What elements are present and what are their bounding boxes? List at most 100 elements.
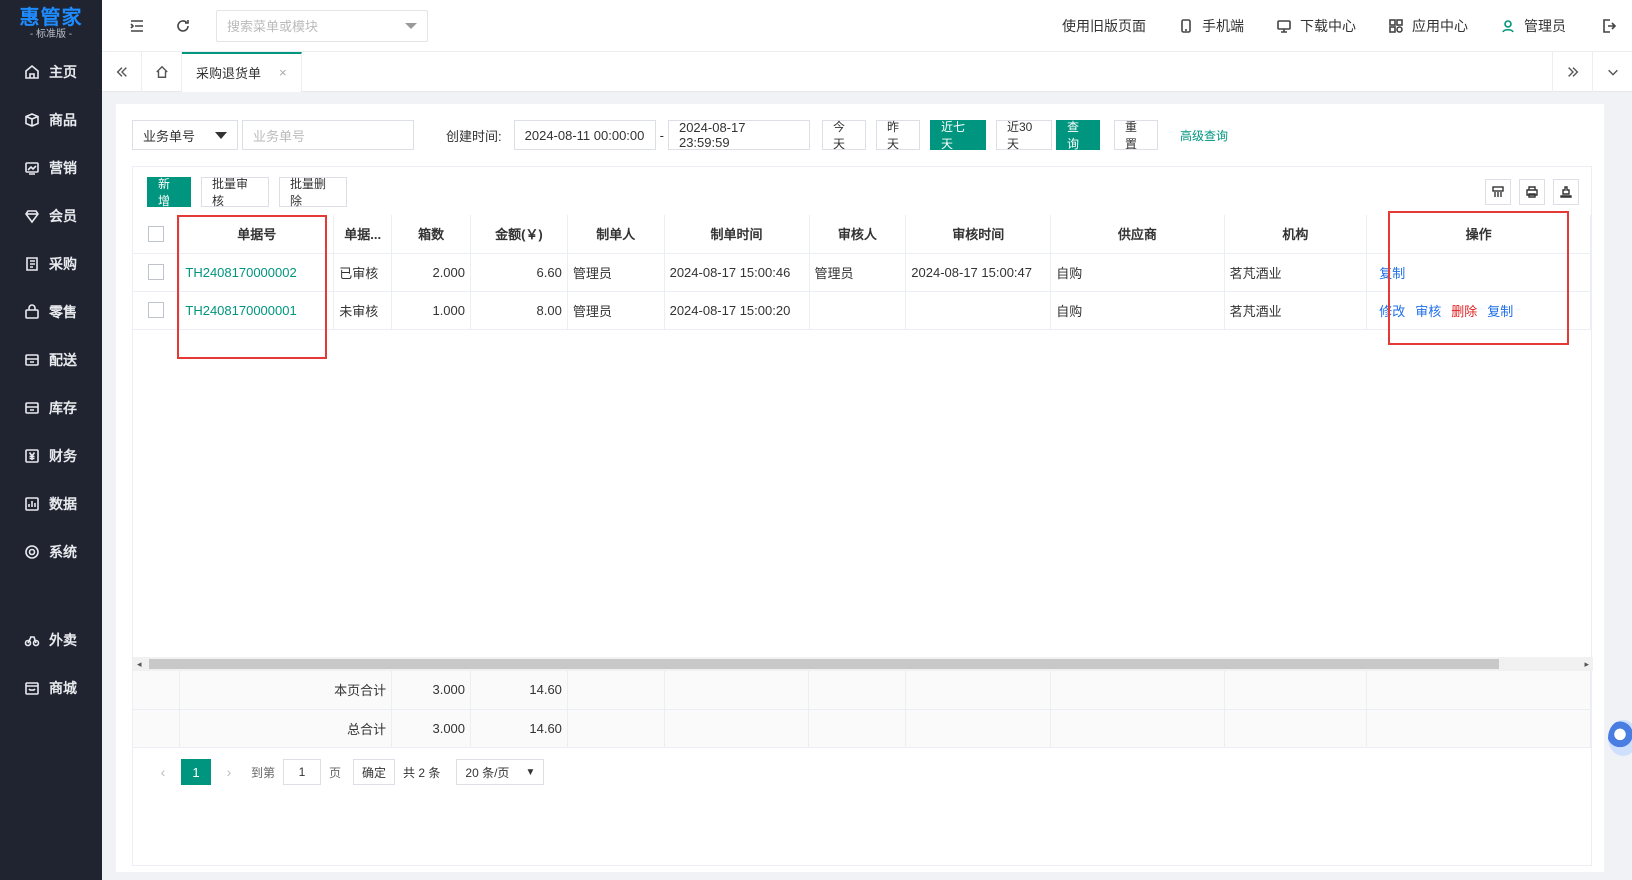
print-button[interactable]: [1519, 179, 1545, 205]
made-at-cell: 2024-08-17 15:00:46: [664, 253, 810, 292]
col-doc-no[interactable]: 单据号: [179, 215, 335, 254]
export-button[interactable]: [1553, 179, 1579, 205]
scroll-right-arrow-icon[interactable]: ▸: [1584, 659, 1589, 670]
col-audited-at[interactable]: 审核时间: [905, 215, 1052, 254]
truck-icon: [24, 352, 40, 368]
reset-button[interactable]: 重置: [1113, 120, 1158, 151]
sidebar-item-marketing[interactable]: 营销: [0, 144, 102, 192]
last-30-days-button[interactable]: 近30天: [995, 120, 1052, 151]
summary-empty: [1366, 671, 1591, 710]
caret-down-icon: [215, 131, 227, 139]
chart-icon: [24, 160, 40, 176]
sidebar-item-data[interactable]: 数据: [0, 480, 102, 528]
row-checkbox[interactable]: [148, 264, 165, 281]
amount-cell: 6.60: [470, 253, 568, 292]
tab-bar: 采购退货单 ×: [102, 51, 1632, 92]
advanced-query-link[interactable]: 高级查询: [1180, 127, 1228, 144]
add-button[interactable]: 新增: [147, 177, 191, 208]
mobile-link[interactable]: 手机端: [1178, 16, 1244, 36]
summary-spacer: [133, 671, 181, 710]
user-menu[interactable]: 管理员: [1500, 16, 1566, 36]
columns-button[interactable]: [1485, 179, 1511, 205]
close-icon[interactable]: ×: [279, 65, 287, 80]
field-select[interactable]: 业务单号: [132, 120, 238, 150]
prev-page-button[interactable]: ‹: [149, 759, 177, 785]
menu-collapse-icon[interactable]: [114, 0, 160, 52]
row-checkbox[interactable]: [148, 302, 165, 319]
chevron-down-icon: [405, 22, 417, 29]
sidebar-item-home[interactable]: 主页: [0, 48, 102, 96]
menu-search-input[interactable]: 搜索菜单或模块: [216, 9, 428, 42]
refresh-icon[interactable]: [160, 0, 206, 52]
horizontal-scrollbar[interactable]: ◂ ▸: [133, 657, 1593, 671]
sidebar-item-system[interactable]: 系统: [0, 528, 102, 576]
query-button[interactable]: 查询: [1055, 120, 1100, 151]
doc-no-input[interactable]: 业务单号: [242, 120, 414, 150]
home-tab[interactable]: [142, 51, 182, 92]
sidebar-item-member[interactable]: 会员: [0, 192, 102, 240]
sidebar-item-takeaway[interactable]: 外卖: [0, 616, 102, 664]
total-count: 共 2 条: [403, 765, 441, 780]
supplier-cell: 自购: [1050, 291, 1225, 330]
tabs-scroll-left-button[interactable]: [102, 51, 142, 92]
copy-link[interactable]: 复制: [1379, 266, 1405, 281]
col-maker[interactable]: 制单人: [567, 215, 665, 254]
sidebar-item-inventory[interactable]: 库存: [0, 384, 102, 432]
col-org[interactable]: 机构: [1224, 215, 1368, 254]
copy-link[interactable]: 复制: [1487, 304, 1513, 319]
logo: 惠管家 - 标准版 -: [0, 0, 102, 48]
sidebar-item-goods[interactable]: 商品: [0, 96, 102, 144]
mobile-label: 手机端: [1202, 17, 1244, 34]
goto-page-input[interactable]: 1: [283, 759, 322, 785]
export-icon: [1560, 186, 1572, 198]
tab-purchase-return[interactable]: 采购退货单 ×: [182, 51, 302, 92]
summary-empty: [567, 709, 665, 748]
scrollbar-thumb[interactable]: [149, 659, 1499, 669]
sidebar-item-label: 零售: [49, 304, 77, 320]
col-boxes[interactable]: 箱数: [391, 215, 472, 254]
yesterday-button[interactable]: 昨天: [875, 120, 920, 151]
col-status[interactable]: 单据...: [333, 215, 393, 254]
date-separator: -: [659, 127, 664, 143]
floating-assistant-icon[interactable]: [1608, 720, 1632, 756]
download-center-link[interactable]: 下载中心: [1276, 16, 1356, 36]
col-auditor[interactable]: 审核人: [809, 215, 907, 254]
goto-confirm-button[interactable]: 确定: [353, 759, 396, 785]
tabs-menu-button[interactable]: [1592, 51, 1632, 92]
maker-cell: 管理员: [567, 253, 665, 292]
page-size-select[interactable]: 20 条/页 ▼: [456, 759, 545, 785]
date-to-input[interactable]: 2024-08-17 23:59:59: [667, 120, 810, 150]
col-amount[interactable]: 金额(￥): [470, 215, 568, 254]
tabs-scroll-right-button[interactable]: [1552, 51, 1592, 92]
sidebar-item-purchase[interactable]: 采购: [0, 240, 102, 288]
current-page[interactable]: 1: [181, 759, 211, 785]
select-all-checkbox[interactable]: [148, 226, 165, 243]
last-7-days-button[interactable]: 近七天: [929, 120, 986, 151]
col-supplier[interactable]: 供应商: [1050, 215, 1225, 254]
date-from-input[interactable]: 2024-08-11 00:00:00: [513, 120, 656, 150]
columns-icon: [1492, 186, 1504, 197]
top-header: 搜索菜单或模块 使用旧版页面 手机端 下载中心 应用中心 管理员: [102, 0, 1632, 52]
doc-no-link[interactable]: TH2408170000001: [185, 303, 296, 318]
batch-audit-button[interactable]: 批量审核: [201, 177, 269, 208]
monitor-icon: [1277, 19, 1291, 33]
sidebar-item-label: 财务: [49, 448, 77, 464]
old-version-link[interactable]: 使用旧版页面: [1062, 16, 1146, 36]
summary-empty: [567, 671, 665, 710]
sidebar-item-mall[interactable]: 商城: [0, 664, 102, 712]
sidebar-item-delivery[interactable]: 配送: [0, 336, 102, 384]
logout-button[interactable]: [1586, 18, 1632, 34]
user-icon: [1502, 19, 1514, 32]
delete-link[interactable]: 删除: [1451, 304, 1477, 319]
edit-link[interactable]: 修改: [1379, 304, 1405, 319]
audit-link[interactable]: 审核: [1415, 304, 1441, 319]
doc-no-link[interactable]: TH2408170000002: [185, 265, 296, 280]
batch-delete-button[interactable]: 批量删除: [279, 177, 347, 208]
col-made-at[interactable]: 制单时间: [664, 215, 810, 254]
sidebar-item-finance[interactable]: 财务: [0, 432, 102, 480]
sidebar-item-retail[interactable]: 零售: [0, 288, 102, 336]
today-button[interactable]: 今天: [821, 120, 866, 151]
next-page-button[interactable]: ›: [215, 759, 243, 785]
scroll-left-arrow-icon[interactable]: ◂: [137, 659, 142, 670]
app-center-link[interactable]: 应用中心: [1388, 16, 1468, 36]
